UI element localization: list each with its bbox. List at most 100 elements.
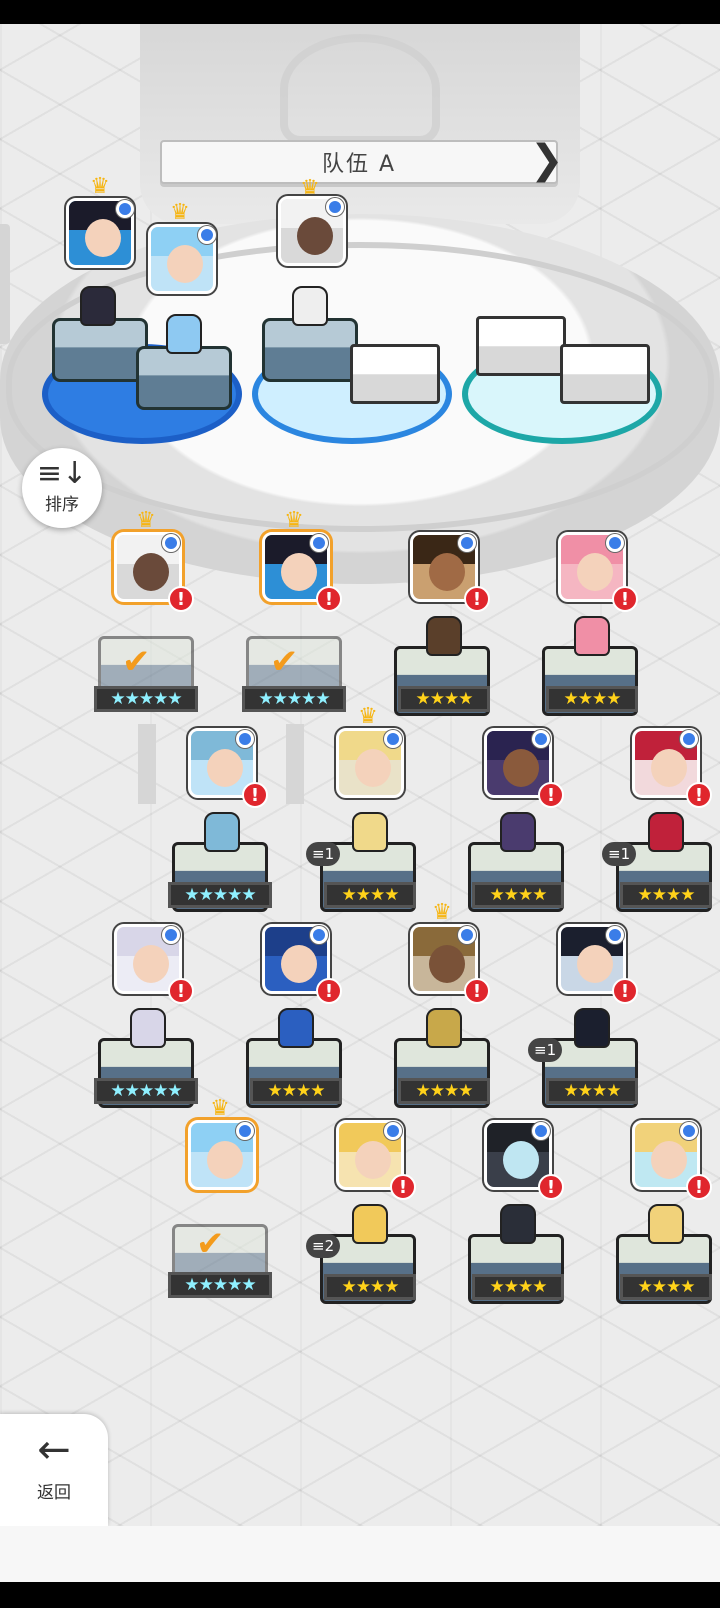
crown-icon: ♛: [284, 508, 304, 533]
exclamation-icon: !: [686, 782, 712, 808]
checkmark-icon: ✔: [270, 642, 299, 682]
star-rating: ★★★★: [398, 1078, 490, 1104]
star-rating: ★★★★: [546, 686, 638, 712]
exclamation-icon: !: [168, 586, 194, 612]
exclamation-icon: !: [538, 782, 564, 808]
wall-emblem: [280, 34, 440, 144]
star-rating: ★★★★★: [168, 882, 272, 908]
star-rating: ★★★★★: [242, 686, 346, 712]
portrait-face: [429, 945, 465, 983]
crown-icon: ♛: [90, 174, 110, 199]
info-dot-icon: [384, 1122, 402, 1140]
info-dot-icon: [236, 730, 254, 748]
hero-sprite: [130, 1008, 166, 1048]
portrait-face: [133, 945, 169, 983]
info-dot-icon: [606, 926, 624, 944]
exclamation-icon: !: [612, 978, 638, 1004]
team-title: 队伍 A: [321, 152, 397, 177]
portrait-face: [355, 1141, 391, 1179]
info-dot-icon: [532, 730, 550, 748]
portrait-face: [207, 1141, 243, 1179]
star-rating: ★★★★: [472, 1274, 564, 1300]
hero-sprite: [574, 616, 610, 656]
next-team-arrow[interactable]: ❯: [530, 140, 564, 184]
exclamation-icon: !: [612, 586, 638, 612]
level-badge: ≡1: [306, 842, 341, 866]
exclamation-icon: !: [316, 586, 342, 612]
star-rating: ★★★★★: [168, 1272, 272, 1298]
status-bar: [0, 0, 720, 24]
info-dot-icon: [680, 1122, 698, 1140]
portrait-face: [503, 749, 539, 787]
crown-icon: ♛: [432, 900, 452, 925]
exclamation-icon: !: [538, 1174, 564, 1200]
portrait-face: [651, 1141, 687, 1179]
pole: [286, 724, 304, 804]
portrait-face: [577, 945, 613, 983]
stage-pedestal: [52, 318, 148, 382]
crown-icon: ♛: [170, 200, 190, 225]
portrait-face: [651, 749, 687, 787]
hero-sprite: [352, 812, 388, 852]
info-dot-icon: [532, 1122, 550, 1140]
sort-label: 排序: [45, 495, 79, 515]
star-rating: ★★★★: [250, 1078, 342, 1104]
bottom-bar: [0, 1526, 720, 1582]
hero-sprite: [352, 1204, 388, 1244]
level-badge: ≡2: [306, 1234, 341, 1258]
portrait-face: [133, 553, 169, 591]
hero-sprite: [204, 812, 240, 852]
hero-sprite: [278, 1008, 314, 1048]
sort-icon: ≡↓: [36, 456, 88, 491]
star-rating: ★★★★: [620, 1274, 712, 1300]
portrait-face: [281, 945, 317, 983]
game-scene: ❮ 队伍 A ❯ ♛ ♛ ♛ ≡↓ 排序 ♛ ! ✔ ★★★★★ ♛: [0, 24, 720, 1526]
exclamation-icon: !: [168, 978, 194, 1004]
star-rating: ★★★★: [398, 686, 490, 712]
star-rating: ★★★★★: [94, 686, 198, 712]
info-dot-icon: [162, 534, 180, 552]
empty-slot-cube[interactable]: [350, 344, 440, 404]
side-tab[interactable]: [0, 224, 10, 344]
star-rating: ★★★★★: [94, 1078, 198, 1104]
hero-sprite: [500, 1204, 536, 1244]
star-rating: ★★★★: [546, 1078, 638, 1104]
info-dot-icon: [310, 926, 328, 944]
exclamation-icon: !: [316, 978, 342, 1004]
portrait-face: [297, 217, 333, 255]
info-dot-icon: [326, 198, 344, 216]
info-dot-icon: [310, 534, 328, 552]
stage-pedestal: [136, 346, 232, 410]
info-dot-icon: [458, 926, 476, 944]
team-title-banner: 队伍 A: [160, 140, 558, 184]
back-button[interactable]: ← 返回: [0, 1414, 108, 1526]
portrait-face: [355, 749, 391, 787]
pole: [138, 724, 156, 804]
exclamation-icon: !: [686, 1174, 712, 1200]
portrait-face: [85, 219, 121, 257]
empty-slot-cube[interactable]: [560, 344, 650, 404]
info-dot-icon: [236, 1122, 254, 1140]
portrait-face: [281, 553, 317, 591]
crown-icon: ♛: [358, 704, 378, 729]
exclamation-icon: !: [390, 1174, 416, 1200]
level-badge: ≡1: [602, 842, 637, 866]
checkmark-icon: ✔: [122, 642, 151, 682]
star-rating: ★★★★: [620, 882, 712, 908]
empty-slot-cube[interactable]: [476, 316, 566, 376]
hero-sprite: [500, 812, 536, 852]
portrait-face: [207, 749, 243, 787]
hero-sprite: [648, 812, 684, 852]
checkmark-icon: ✔: [196, 1224, 225, 1264]
info-dot-icon: [198, 226, 216, 244]
sort-button[interactable]: ≡↓ 排序: [22, 448, 102, 528]
info-dot-icon: [384, 730, 402, 748]
hero-sprite: [426, 616, 462, 656]
info-dot-icon: [606, 534, 624, 552]
crown-icon: ♛: [136, 508, 156, 533]
hero-sprite: [166, 314, 202, 354]
navigation-bar: [0, 1582, 720, 1608]
hero-sprite: [292, 286, 328, 326]
star-rating: ★★★★: [324, 1274, 416, 1300]
portrait-face: [167, 245, 203, 283]
